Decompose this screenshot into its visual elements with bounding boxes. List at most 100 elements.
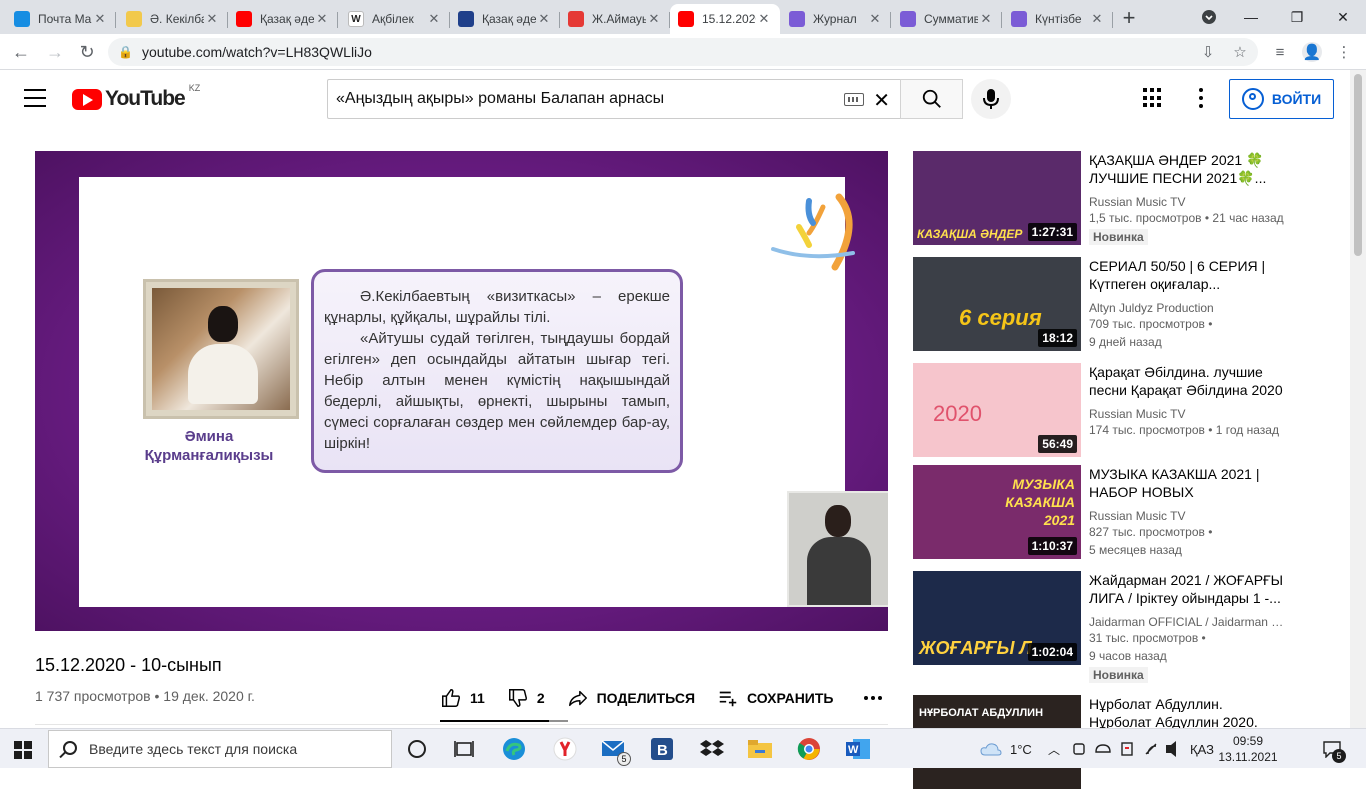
cortana-icon[interactable] <box>402 734 432 764</box>
video-stats: 9 дней назад <box>1089 335 1162 349</box>
bookmark-star-icon[interactable]: ☆ <box>1230 42 1250 62</box>
search-button[interactable] <box>900 79 963 119</box>
file-explorer-icon[interactable] <box>745 734 775 764</box>
tab-separator <box>1001 12 1002 28</box>
edge-browser-icon[interactable] <box>499 734 529 764</box>
apps-grid-icon[interactable] <box>1143 88 1163 108</box>
more-actions-button[interactable] <box>863 686 883 710</box>
menu-icon[interactable] <box>24 89 46 107</box>
dropbox-icon[interactable] <box>697 734 727 764</box>
weather-widget[interactable]: 1°C <box>980 729 1032 769</box>
youtube-logo[interactable]: YouTube KZ <box>72 83 200 111</box>
scrollbar-thumb[interactable] <box>1354 74 1362 256</box>
restore-button[interactable]: ❐ <box>1274 0 1320 34</box>
tab-close-icon[interactable]: ✕ <box>536 11 552 27</box>
taskbar-clock[interactable]: 09:59 13.11.2021 <box>1218 733 1278 765</box>
tab-close-icon[interactable]: ✕ <box>204 11 220 27</box>
recommended-video-title[interactable]: Нұрболат Абдуллин. Нұрболат Абдуллин 202… <box>1089 695 1289 731</box>
browser-tab[interactable]: Күнтізбе ✕ <box>1003 4 1113 34</box>
url-text: youtube.com/watch?v=LH83QWLliJo <box>142 44 372 60</box>
tab-close-icon[interactable]: ✕ <box>426 11 442 27</box>
new-tab-button[interactable]: + <box>1117 5 1141 30</box>
video-duration: 1:02:04 <box>1027 643 1077 661</box>
tab-close-icon[interactable]: ✕ <box>92 11 108 27</box>
video-thumbnail[interactable]: МУЗЫКА КАЗАКША 2021 1:10:37 <box>913 465 1081 559</box>
profile-icon[interactable]: 👤 <box>1302 42 1322 62</box>
task-view-icon[interactable] <box>449 734 479 764</box>
show-hidden-icons[interactable]: ︿ <box>1048 729 1060 769</box>
tab-close-icon[interactable]: ✕ <box>1089 11 1105 27</box>
recommended-video[interactable]: ЖОҒАРҒЫ Л 1:02:04 Жайдарман 2021 / ЖОҒАРҒЫ… <box>913 571 1343 683</box>
channel-name[interactable]: Russian Music TV <box>1089 509 1289 523</box>
start-windows-icon[interactable] <box>14 741 32 759</box>
tab-close-icon[interactable]: ✕ <box>314 11 330 27</box>
mail-app-icon[interactable]: 5 <box>599 734 631 766</box>
page-scrollbar[interactable] <box>1350 70 1366 728</box>
back-button[interactable]: ← <box>8 39 34 65</box>
browser-tab[interactable]: Қазақ әдебиеті✕ <box>450 4 560 34</box>
address-bar[interactable]: 🔒 youtube.com/watch?v=LH83QWLliJo <box>108 38 1258 66</box>
channel-name[interactable]: Jaidarman OFFICIAL / Jaidarman C... <box>1089 615 1289 629</box>
video-player[interactable]: Әмина Құрманғалиқызы Ә.Кекілбаевтың «виз… <box>35 151 888 631</box>
sign-language-interpreter <box>787 491 888 607</box>
tab-close-icon[interactable]: ✕ <box>646 11 662 27</box>
speaker-photo <box>143 279 299 419</box>
recommended-video[interactable]: МУЗЫКА КАЗАКША 2021 1:10:37 МУЗЫКА КАЗАКША… <box>913 465 1343 559</box>
tab-close-icon[interactable]: ✕ <box>978 11 994 27</box>
yandex-browser-icon[interactable] <box>550 734 580 764</box>
browser-tab[interactable]: 15.12.2020 - 10-сынып✕ <box>670 4 780 34</box>
browser-tab[interactable]: Ж.Аймауытов✕ <box>560 4 670 34</box>
speaker-name: Әмина Құрманғалиқызы <box>129 427 289 465</box>
logo-decoration-icon <box>771 193 855 271</box>
kundelik-icon <box>789 11 805 27</box>
recommended-video-title[interactable]: СЕРИАЛ 50/50 | 6 СЕРИЯ | Күтпеген оқиғал… <box>1089 257 1289 293</box>
chrome-icon[interactable] <box>794 734 824 764</box>
sign-in-button[interactable]: ВОЙТИ <box>1229 79 1334 119</box>
app-b-icon[interactable]: B <box>647 734 677 764</box>
browser-tab[interactable]: Журнал ✕ <box>781 4 891 34</box>
clear-search-icon[interactable]: ✕ <box>873 88 890 113</box>
recommended-video-title[interactable]: МУЗЫКА КАЗАКША 2021 | НАБОР НОВЫХ СООБЩЕ… <box>1089 465 1289 501</box>
taskbar-search-input[interactable]: Введите здесь текст для поиска <box>48 730 392 768</box>
video-thumbnail[interactable]: ЖОҒАРҒЫ Л 1:02:04 <box>913 571 1081 665</box>
close-window-button[interactable]: ✕ <box>1320 0 1366 34</box>
recommended-video[interactable]: КАЗАҚША ӘНДЕР 1:27:31 ҚАЗАҚША ӘНДЕР 2021 🍀… <box>913 151 1343 245</box>
like-ratio-fill <box>440 720 549 722</box>
dislike-button[interactable]: 2 <box>507 686 545 710</box>
like-button[interactable]: 11 <box>440 686 485 710</box>
recommended-video-title[interactable]: ҚАЗАҚША ӘНДЕР 2021 🍀 ЛУЧШИЕ ПЕСНИ 2021🍀.… <box>1089 151 1289 187</box>
forward-button[interactable]: → <box>42 39 68 65</box>
recommended-video-title[interactable]: Жайдарман 2021 / ЖОҒАРҒЫ ЛИГА / Іріктеу … <box>1089 571 1289 607</box>
notification-center[interactable]: 5 <box>1322 729 1346 769</box>
word-icon[interactable]: W <box>843 734 873 764</box>
keyboard-icon[interactable] <box>844 93 864 106</box>
channel-name[interactable]: Altyn Juldyz Production <box>1089 301 1289 315</box>
reload-button[interactable]: ↻ <box>74 39 100 65</box>
recommended-video-title[interactable]: Қарақат Әбілдина. лучшие песни Қарақат Ә… <box>1089 363 1289 399</box>
channel-name[interactable]: Russian Music TV <box>1089 195 1289 209</box>
video-thumbnail[interactable]: 2020 56:49 <box>913 363 1081 457</box>
channel-name[interactable]: Russian Music TV <box>1089 407 1289 421</box>
recommended-video[interactable]: 2020 56:49 Қарақат Әбілдина. лучшие песни … <box>913 363 1343 457</box>
search-input[interactable]: «Аңыздың ақыры» романы Балапан арнасы ✕ <box>327 79 900 119</box>
browser-menu-icon[interactable]: ⋮ <box>1334 42 1354 62</box>
minimize-button[interactable]: — <box>1228 0 1274 34</box>
browser-tab[interactable]: W Ақбілек ✕ <box>340 4 450 34</box>
settings-more-icon[interactable] <box>1198 88 1204 108</box>
tab-close-icon[interactable]: ✕ <box>756 11 772 27</box>
install-app-icon[interactable]: ⇩ <box>1198 42 1218 62</box>
browser-tab[interactable]: Почта Mail.ru✕ <box>6 4 116 34</box>
tab-close-icon[interactable]: ✕ <box>867 11 883 27</box>
share-button[interactable]: ПОДЕЛИТЬСЯ <box>567 686 695 710</box>
browser-tab[interactable]: Суммативное✕ <box>892 4 1002 34</box>
browser-tab[interactable]: Ә. Кекілбаев✕ <box>118 4 228 34</box>
voice-search-button[interactable] <box>971 79 1011 119</box>
save-button[interactable]: СОХРАНИТЬ <box>717 686 833 710</box>
recommended-video[interactable]: 6 серия 18:12 СЕРИАЛ 50/50 | 6 СЕРИЯ | Күт… <box>913 257 1343 351</box>
browser-tab[interactable]: Қазақ әдебиеті✕ <box>228 4 338 34</box>
video-thumbnail[interactable]: КАЗАҚША ӘНДЕР 1:27:31 <box>913 151 1081 245</box>
video-thumbnail[interactable]: 6 серия 18:12 <box>913 257 1081 351</box>
input-language[interactable]: ҚАЗ <box>1190 729 1214 769</box>
tab-search-button[interactable] <box>1186 0 1232 34</box>
reading-list-icon[interactable]: ≡ <box>1270 42 1290 62</box>
